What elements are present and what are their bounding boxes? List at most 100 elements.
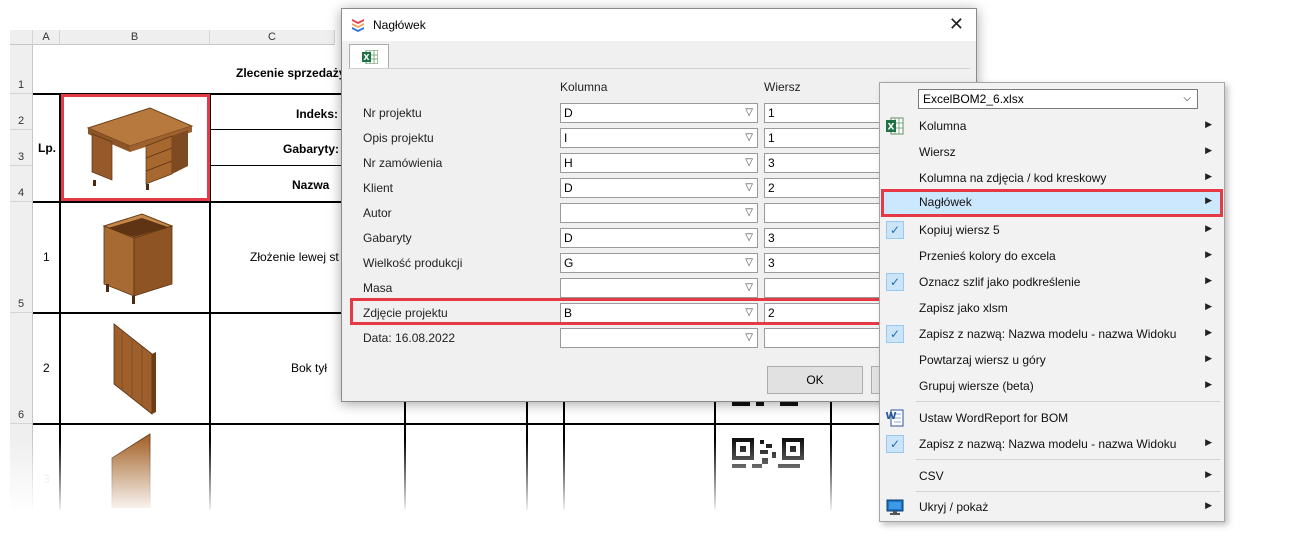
kolumna-select-wielkosc-produkcji[interactable]: G ▽ [560,253,758,273]
chevron-down-icon: ▽ [745,257,753,268]
tab-excel[interactable]: X [349,44,389,69]
checkmark-icon: ✓ [886,221,904,239]
column-header-a[interactable]: A [33,30,60,45]
column-header-wiersz: Wiersz [764,80,801,94]
menu-item-grupuj-wiersze[interactable]: Grupuj wiersze (beta) ▶ [881,373,1223,399]
excel-file-select[interactable]: ExcelBOM2_6.xlsx ⌵ [918,89,1198,109]
menu-item-label: Kopiuj wiersz 5 [919,223,1000,237]
field-label-gabaryty: Gabaryty [363,231,412,245]
word-icon: W [886,409,904,427]
menu-item-wordreport[interactable]: W Ustaw WordReport for BOM [881,405,1223,431]
kolumna-select-klient[interactable]: D ▽ [560,178,758,198]
chevron-down-icon: ⌵ [1183,93,1191,104]
cell-row2-number: 2 [43,361,50,375]
menu-item-label: Kolumna na zdjęcia / kod kreskowy [919,171,1107,185]
kolumna-select-nr-projektu[interactable]: D ▽ [560,103,758,123]
app-logo-icon [352,19,364,32]
kolumna-select-masa[interactable]: ▽ [560,278,758,298]
kolumna-select-gabaryty[interactable]: D ▽ [560,228,758,248]
svg-text:X: X [888,123,895,133]
kolumna-select-opis-projektu[interactable]: I ▽ [560,128,758,148]
menu-item-powtarzaj-wiersz[interactable]: Powtarzaj wiersz u góry ▶ [881,347,1223,373]
ok-button[interactable]: OK [767,366,863,394]
menu-item-naglowek[interactable]: Nagłówek ▶ [881,189,1223,217]
column-header-c[interactable]: C [210,30,335,45]
row-header-2[interactable]: 2 [10,94,33,130]
submenu-arrow-icon: ▶ [1205,437,1212,447]
menu-item-przenies-kolory[interactable]: Przenieś kolory do excela ▶ [881,243,1223,269]
submenu-arrow-icon: ▶ [1205,327,1212,337]
column-header-corner[interactable] [10,30,33,45]
row-header-6[interactable]: 6 [10,313,33,424]
field-label-klient: Klient [363,181,394,195]
submenu-arrow-icon: ▶ [1205,275,1212,285]
field-label-nr-projektu: Nr projektu [363,106,422,120]
submenu-arrow-icon: ▶ [1205,223,1212,233]
checkmark-icon: ✓ [886,273,904,291]
menu-item-csv[interactable]: CSV ▶ [881,463,1223,489]
row-header-3[interactable]: 3 [10,130,33,166]
checkmark-icon: ✓ [886,435,904,453]
column-header-kolumna: Kolumna [560,80,608,94]
submenu-arrow-icon: ▶ [1205,145,1212,155]
menu-item-label: Grupuj wiersze (beta) [919,379,1034,393]
dialog-title-bar[interactable]: Nagłówek ✕ [342,9,976,41]
cell-gabaryty-label: Gabaryty: 1 [283,142,350,156]
tab-panel: Kolumna Wiersz Nr projektu D ▽ 1 Opis pro… [348,68,970,394]
chevron-down-icon: ▽ [745,282,753,293]
submenu-arrow-icon: ▶ [1205,379,1212,389]
menu-item-kolumna[interactable]: X Kolumna ▶ [881,113,1223,139]
svg-text:X: X [363,53,370,62]
kolumna-select-data[interactable]: ▽ [560,328,758,348]
field-label-nr-zamowienia: Nr zamówienia [363,156,443,170]
submenu-arrow-icon: ▶ [1205,171,1212,181]
kolumna-select-nr-zamowienia[interactable]: H ▽ [560,153,758,173]
row-header-4[interactable]: 4 [10,166,33,202]
menu-item-label: Przenieś kolory do excela [919,249,1056,263]
excel-icon: X [886,117,904,135]
menu-item-label: Powtarzaj wiersz u góry [919,353,1046,367]
zdjecie-projektu-highlight [350,298,910,325]
menu-item-ukryj-pokaz[interactable]: Ukryj / pokaż ▶ [881,494,1223,520]
menu-item-kopiuj-wiersz[interactable]: ✓ Kopiuj wiersz 5 ▶ [881,217,1223,243]
context-menu: ExcelBOM2_6.xlsx ⌵ X Kolumna ▶ Wiersz ▶ K… [879,82,1225,522]
menu-item-label: Oznacz szlif jako podkreślenie [919,275,1081,289]
menu-item-wiersz[interactable]: Wiersz ▶ [881,139,1223,165]
row-header-5[interactable]: 5 [10,202,33,313]
menu-separator [916,491,1220,492]
submenu-arrow-icon: ▶ [1205,195,1212,205]
field-label-autor: Autor [363,206,392,220]
field-label-masa: Masa [363,281,393,295]
cell-row1-name: Złożenie lewej st [250,250,339,264]
column-header-b[interactable]: B [60,30,210,45]
submenu-arrow-icon: ▶ [1205,119,1212,129]
chevron-down-icon: ▽ [745,232,753,243]
monitor-icon [886,499,904,515]
cell-lp-header: Lp. [38,141,56,155]
menu-item-kolumna-na-zdjecia[interactable]: Kolumna na zdjęcia / kod kreskowy ▶ [881,165,1223,191]
panel-image [113,323,156,415]
cabinet-image [102,213,174,304]
menu-item-label: Kolumna [919,119,967,133]
field-label-opis-projektu: Opis projektu [363,131,434,145]
menu-item-label: Zapisz z nazwą: Nazwa modelu - nazwa Wid… [919,327,1177,341]
row-header-1[interactable]: 1 [10,45,33,94]
kolumna-select-autor[interactable]: ▽ [560,203,758,223]
field-label-wielkosc-produkcji: Wielkość produkcji [363,256,463,270]
menu-separator [916,401,1220,402]
submenu-arrow-icon: ▶ [1205,301,1212,311]
close-icon[interactable]: ✕ [949,15,964,33]
menu-item-oznacz-szlif[interactable]: ✓ Oznacz szlif jako podkreślenie ▶ [881,269,1223,295]
dialog-title: Nagłówek [373,18,426,32]
menu-separator [916,459,1220,460]
menu-item-label: Ukryj / pokaż [919,500,989,514]
field-label-data: Data: 16.08.2022 [363,331,456,345]
menu-item-zapisz-z-nazwa-word[interactable]: ✓ Zapisz z nazwą: Nazwa modelu - nazwa W… [881,431,1223,457]
chevron-down-icon: ▽ [745,207,753,218]
cell-nazwa-header: Nazwa [292,178,330,192]
submenu-arrow-icon: ▶ [1205,500,1212,510]
menu-item-zapisz-z-nazwa[interactable]: ✓ Zapisz z nazwą: Nazwa modelu - nazwa W… [881,321,1223,347]
submenu-arrow-icon: ▶ [1205,249,1212,259]
chevron-down-icon: ▽ [745,157,753,168]
menu-item-zapisz-xlsm[interactable]: Zapisz jako xlsm ▶ [881,295,1223,321]
